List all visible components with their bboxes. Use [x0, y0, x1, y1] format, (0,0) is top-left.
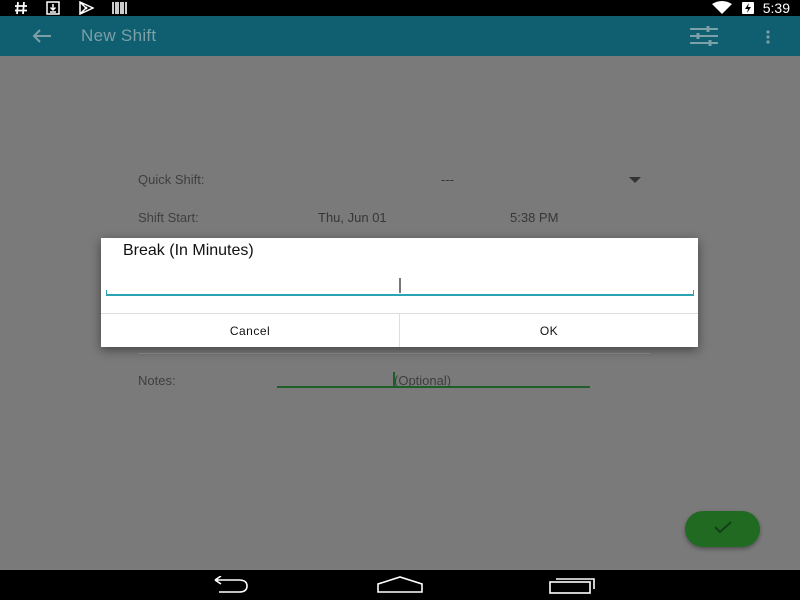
status-bar-right: 5:39: [711, 0, 790, 16]
app-bar: New Shift: [0, 16, 800, 56]
check-icon: [713, 520, 733, 539]
navigation-bar: [0, 570, 800, 600]
save-shift-button[interactable]: [685, 511, 760, 547]
notes-label: Notes:: [138, 373, 176, 388]
nav-recents-icon[interactable]: [548, 575, 596, 595]
shift-start-date[interactable]: Thu, Jun 01: [318, 210, 387, 225]
more-vert-icon[interactable]: [760, 26, 776, 48]
input-underline: [106, 290, 694, 296]
page-title: New Shift: [81, 26, 157, 45]
back-arrow-icon[interactable]: [30, 25, 54, 47]
play-store-icon: [78, 1, 94, 15]
wifi-icon: [711, 1, 733, 15]
quick-shift-select[interactable]: ---: [441, 172, 454, 187]
quick-shift-label: Quick Shift:: [138, 172, 205, 187]
shift-start-time[interactable]: 5:38 PM: [510, 210, 558, 225]
tune-icon[interactable]: [688, 25, 720, 47]
text-caret: [399, 278, 401, 293]
cancel-button[interactable]: Cancel: [101, 314, 399, 347]
status-bar: 5:39: [0, 0, 800, 16]
divider: [138, 353, 650, 354]
download-icon: [46, 1, 60, 15]
notes-underline: [277, 386, 590, 388]
break-dialog: Break (In Minutes) Cancel OK: [101, 238, 698, 347]
nav-home-icon[interactable]: [376, 575, 424, 595]
barcode-icon: [112, 1, 128, 15]
status-time: 5:39: [762, 0, 790, 16]
ok-button[interactable]: OK: [399, 314, 698, 347]
shift-start-label: Shift Start:: [138, 210, 199, 225]
dialog-buttons: Cancel OK: [101, 313, 698, 347]
dialog-title: Break (In Minutes): [123, 242, 254, 259]
nav-back-icon[interactable]: [205, 575, 251, 595]
notes-cursor: [393, 372, 395, 386]
status-bar-left-icons: [14, 0, 128, 16]
chevron-down-icon[interactable]: [629, 177, 641, 183]
battery-charging-icon: [741, 1, 755, 15]
hash-icon: [14, 1, 28, 15]
